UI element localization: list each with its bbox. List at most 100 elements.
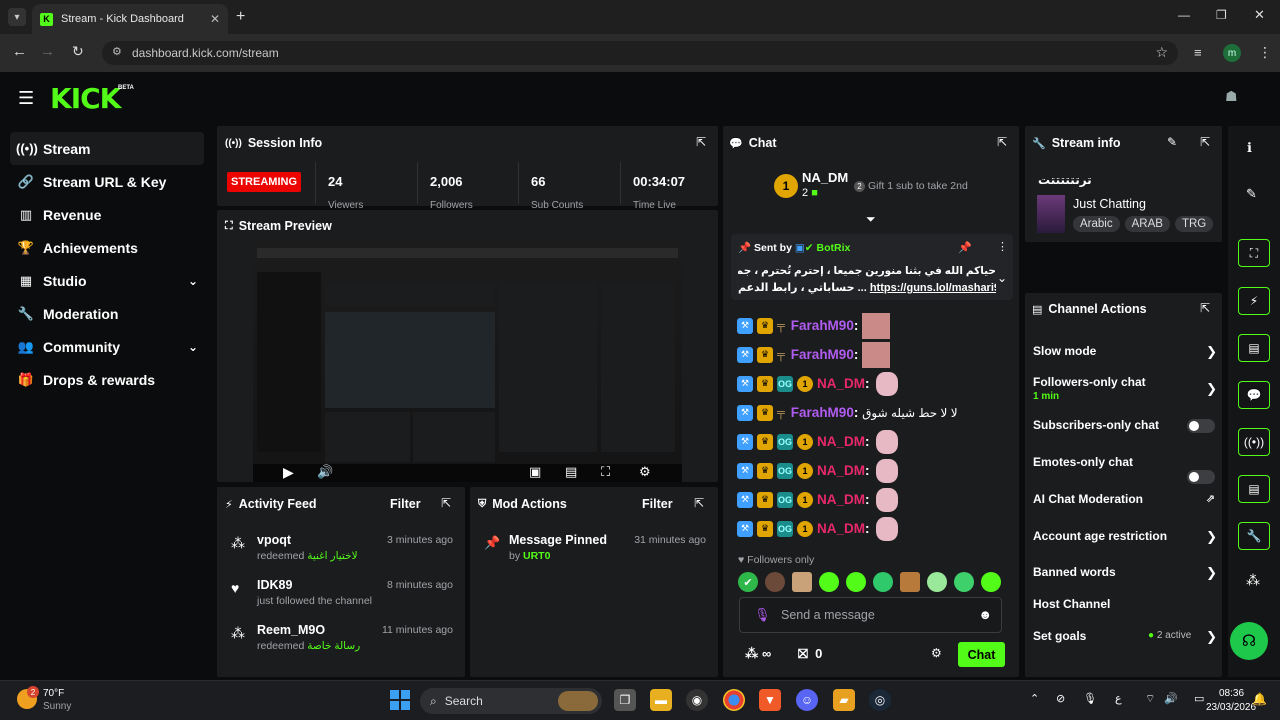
popout-icon[interactable]: ⇱ — [696, 135, 706, 149]
sidebar-item-studio[interactable]: ▦ Studio ⌄ — [10, 264, 204, 297]
chat-message[interactable]: ⚒ ♛ ╤ FarahM90: — [737, 311, 1007, 340]
banned-words-row[interactable]: Banned words ❯ — [1033, 565, 1217, 580]
chat-message[interactable]: ⚒ ♛ OG 1 NA_DM: — [737, 514, 1007, 543]
network-off-icon[interactable]: ⊘ — [1056, 692, 1065, 705]
subscribers-only-toggle[interactable] — [1187, 419, 1215, 433]
actions-toggle-icon[interactable]: ▤ — [1238, 475, 1270, 503]
top-gifter-name[interactable]: NA_DM — [802, 170, 848, 185]
info-icon[interactable]: ℹ — [1247, 140, 1252, 156]
hamburger-menu-icon[interactable]: ☰ — [18, 88, 34, 109]
verified-emote-icon[interactable]: ✔ — [738, 572, 758, 592]
emote-icon[interactable] — [873, 572, 893, 592]
obs-icon[interactable]: ◉ — [686, 689, 708, 711]
sidebar-item-stream-url[interactable]: 🔗 Stream URL & Key — [10, 165, 204, 198]
gift-box-icon[interactable]: ⛝ — [798, 646, 808, 661]
chat-toggle-icon[interactable]: 💬 — [1238, 381, 1270, 409]
emote-icon[interactable] — [792, 572, 812, 592]
taskbar-search[interactable]: ⌕ Search — [420, 688, 602, 714]
file-explorer-icon[interactable]: ▬ — [650, 689, 672, 711]
emote-icon[interactable] — [765, 572, 785, 592]
popout-icon[interactable]: ⇱ — [997, 135, 1007, 149]
emote-icon[interactable] — [981, 572, 1001, 592]
chat-input[interactable]: 🎙 Send a message ☻ — [739, 597, 1002, 633]
more-options-icon[interactable]: ⋮ — [997, 240, 1008, 253]
chevron-down-icon[interactable]: ⌄ — [997, 271, 1007, 285]
window-close-icon[interactable]: ✕ — [1254, 7, 1265, 23]
emote-icon[interactable] — [927, 572, 947, 592]
notes-toggle-icon[interactable]: ▤ — [1238, 334, 1270, 362]
emotes-only-toggle[interactable] — [1187, 470, 1215, 484]
activity-user[interactable]: Reem_M9O — [257, 623, 325, 637]
new-tab-icon[interactable]: + — [236, 8, 245, 26]
popout-icon[interactable]: ⇱ — [1200, 135, 1210, 149]
media-control-icon[interactable]: ≡ — [1194, 45, 1202, 60]
chat-settings-icon[interactable]: ⚙ — [931, 646, 942, 660]
tab-list-icon[interactable]: ▾ — [8, 8, 26, 26]
maximize-icon[interactable]: ❐ — [1216, 8, 1227, 22]
close-tab-icon[interactable]: ✕ — [210, 12, 220, 26]
profile-avatar[interactable]: m — [1223, 44, 1241, 62]
sidebar-item-stream[interactable]: ((•)) Stream — [10, 132, 204, 165]
sidebar-item-revenue[interactable]: ▥ Revenue — [10, 198, 204, 231]
tray-overflow-icon[interactable]: ⌃ — [1030, 692, 1039, 705]
account-age-row[interactable]: Account age restriction ❯ — [1033, 529, 1217, 544]
followers-only-row[interactable]: Followers-only chat ❯ — [1033, 375, 1217, 396]
minimize-icon[interactable]: — — [1178, 8, 1190, 22]
popout-icon[interactable]: ⇱ — [694, 496, 704, 510]
activity-user[interactable]: IDK89 — [257, 578, 292, 592]
wrench-toggle-icon[interactable]: 🔧 — [1238, 522, 1270, 550]
discord-icon[interactable]: ☺ — [796, 689, 818, 711]
battery-icon[interactable]: ▭ — [1194, 692, 1204, 705]
emote-icon[interactable] — [900, 572, 920, 592]
emote-icon[interactable] — [954, 572, 974, 592]
slow-mode-row[interactable]: Slow mode ❯ — [1033, 344, 1217, 359]
host-channel-row[interactable]: Host Channel — [1033, 597, 1217, 611]
preview-toggle-icon[interactable]: ⛶ — [1238, 239, 1270, 267]
address-bar[interactable]: ⚙ dashboard.kick.com/stream ☆ — [102, 41, 1178, 65]
chat-message[interactable]: ⚒ ♛ ╤ FarahM90: لا لا حط شيله شوق — [737, 398, 1007, 427]
settings-icon[interactable]: ⚙ — [639, 464, 651, 480]
browser-menu-icon[interactable]: ⋮ — [1258, 44, 1272, 61]
chat-send-button[interactable]: Chat — [958, 642, 1005, 667]
ai-moderation-row[interactable]: AI Chat Moderation ⇗ — [1033, 492, 1217, 506]
sidebar-item-community[interactable]: 👥 Community ⌄ — [10, 330, 204, 363]
wifi-icon[interactable]: ⌔ — [1145, 692, 1155, 706]
activity-user[interactable]: vpoqt — [257, 533, 291, 547]
browser-tab[interactable]: K Stream - Kick Dashboard ✕ — [32, 4, 228, 34]
emote-icon[interactable] — [846, 572, 866, 592]
tag[interactable]: ARAB — [1124, 216, 1170, 232]
site-info-icon[interactable]: ⚙ — [112, 45, 122, 58]
sidebar-item-drops[interactable]: 🎁 Drops & rewards — [10, 363, 204, 396]
sidebar-item-achievements[interactable]: 🏆 Achievements — [10, 231, 204, 264]
session-toggle-icon[interactable]: ((•)) — [1238, 428, 1270, 456]
chat-message[interactable]: ⚒ ♛ OG 1 NA_DM: — [737, 485, 1007, 514]
input-language[interactable]: ع — [1115, 692, 1122, 705]
filter-icon[interactable]: ⏷ — [866, 212, 876, 227]
chat-message[interactable]: ⚒ ♛ OG 1 NA_DM: — [737, 456, 1007, 485]
activity-filter-button[interactable]: Filter — [390, 497, 421, 511]
activity-toggle-icon[interactable]: ⚡ — [1238, 287, 1270, 315]
tag[interactable]: TRG — [1174, 216, 1214, 232]
notification-bell-icon[interactable]: 🔔 — [1252, 692, 1267, 706]
brave-icon[interactable]: ▼ — [759, 689, 781, 711]
chat-message[interactable]: ⚒ ♛ ╤ FarahM90: — [737, 340, 1007, 369]
forward-icon[interactable]: → — [40, 43, 55, 60]
volume-icon[interactable]: 🔊 — [317, 464, 333, 480]
microphone-icon[interactable]: 🎙 — [1083, 692, 1097, 705]
popout-icon[interactable]: ⇱ — [1200, 301, 1210, 315]
pinned-link[interactable]: https://guns.lol/mashari90 — [870, 282, 996, 294]
theater-icon[interactable]: ▤ — [565, 464, 577, 480]
edit-icon[interactable]: ✎ — [1246, 186, 1257, 202]
pip-icon[interactable]: ▣ — [529, 464, 541, 480]
clock-time[interactable]: 08:36 — [1219, 688, 1244, 699]
clock-date[interactable]: 23/03/2026 — [1206, 702, 1256, 713]
emote-icon[interactable] — [819, 572, 839, 592]
app-icon[interactable]: ▰ — [833, 689, 855, 711]
edit-icon[interactable]: ✎ — [1167, 135, 1177, 149]
windows-start-icon[interactable] — [390, 690, 410, 710]
task-view-icon[interactable]: ❐ — [614, 689, 636, 711]
volume-icon[interactable]: 🔊 — [1164, 692, 1178, 705]
fullscreen-icon[interactable]: ⛶ — [601, 464, 610, 480]
category-thumbnail[interactable] — [1037, 195, 1065, 233]
mod-filter-button[interactable]: Filter — [642, 497, 673, 511]
